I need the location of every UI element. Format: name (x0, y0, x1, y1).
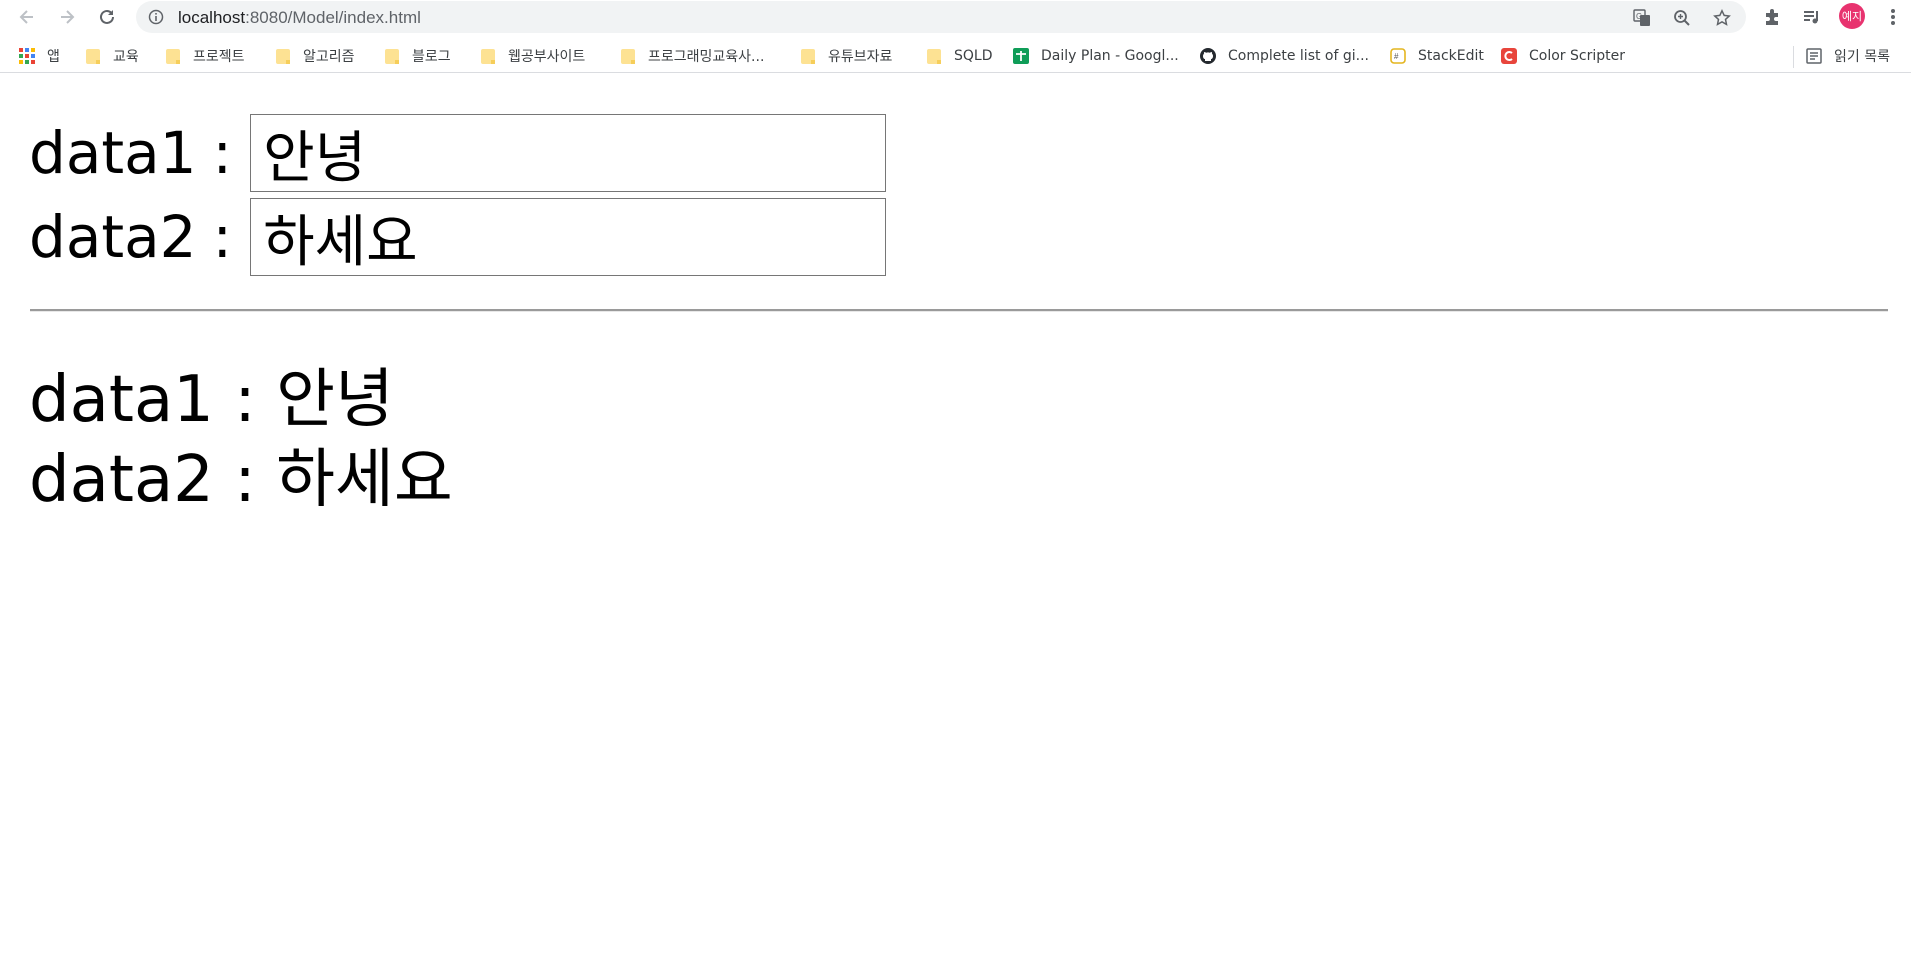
bookmark-folder[interactable]: SQLD (926, 46, 993, 66)
folder-icon (166, 48, 180, 64)
bookmark-folder[interactable]: 알고리즘 (275, 46, 355, 66)
bookmark-label: 교육 (113, 49, 139, 65)
reading-list-button[interactable]: 읽기 목록 (1806, 46, 1890, 66)
zoom-icon[interactable] (1672, 8, 1692, 28)
data1-input[interactable] (250, 114, 887, 192)
bookmark-daily-plan[interactable]: Daily Plan - Googl... (1013, 46, 1179, 66)
svg-text:#: # (1394, 52, 1399, 61)
bookmark-folder[interactable]: 웹공부사이트 (480, 46, 585, 66)
horizontal-rule (30, 309, 1888, 312)
media-controls-icon[interactable] (1801, 6, 1823, 28)
url-text[interactable]: localhost:8080/Model/index.html (178, 8, 421, 28)
bookmark-folder[interactable]: 교육 (85, 46, 139, 66)
bookmark-label: 알고리즘 (303, 49, 355, 65)
data2-row: data2 : (29, 198, 887, 276)
reading-list-label: 읽기 목록 (1834, 49, 1890, 65)
bookmark-label: 유튜브자료 (828, 49, 893, 65)
bookmark-label: 프로그래밍교육사... (648, 49, 765, 65)
folder-icon (276, 48, 290, 64)
bookmark-github[interactable]: Complete list of gi... (1200, 46, 1369, 66)
folder-icon (385, 48, 399, 64)
bookmark-folder[interactable]: 유튜브자료 (800, 46, 892, 66)
data1-label: data1 (29, 119, 197, 187)
back-button[interactable] (14, 4, 40, 30)
folder-icon (621, 48, 635, 64)
arrow-left-icon (19, 10, 33, 24)
github-icon (1200, 48, 1216, 64)
site-info-icon[interactable] (148, 9, 164, 29)
bookmark-label: Color Scripter (1529, 48, 1625, 64)
data2-input[interactable] (250, 198, 887, 276)
output-data2: data2 : 하세요 (29, 443, 453, 517)
bookmark-label: 프로젝트 (193, 49, 245, 65)
bookmark-apps[interactable]: 앱 (19, 46, 60, 66)
apps-grid-icon (19, 48, 35, 64)
arrow-right-icon (61, 10, 75, 24)
bookmark-label: 웹공부사이트 (508, 49, 586, 65)
menu-kebab-icon[interactable] (1882, 6, 1904, 28)
reading-list-icon (1806, 48, 1822, 64)
browser-toolbar: localhost:8080/Model/index.html G 예지 (0, 0, 1911, 33)
bookmark-folder[interactable]: 블로그 (384, 46, 451, 66)
bookmark-color-scripter[interactable]: Color Scripter (1501, 46, 1625, 66)
bookmark-star-icon[interactable] (1712, 8, 1732, 28)
folder-icon (927, 48, 941, 64)
data1-row: data1 : (29, 114, 887, 192)
bookmark-folder[interactable]: 프로젝트 (165, 46, 245, 66)
bookmark-stackedit[interactable]: # StackEdit (1390, 46, 1484, 66)
bookmark-label: Daily Plan - Googl... (1041, 48, 1179, 64)
folder-icon (86, 48, 100, 64)
page-content: data1 : data2 : data1 : 안녕 data2 : 하세요 (0, 73, 1911, 971)
bookmarks-bar: 앱 교육 프로젝트 알고리즘 블로그 웹공부사이트 프로그래밍교육사... 유튜… (0, 40, 1911, 73)
bookmark-label: SQLD (954, 48, 993, 64)
output-data1: data1 : 안녕 (29, 363, 394, 437)
folder-icon (481, 48, 495, 64)
folder-icon (801, 48, 815, 64)
bookmark-label: StackEdit (1418, 48, 1484, 64)
address-bar[interactable]: localhost:8080/Model/index.html G (136, 1, 1746, 33)
reload-icon (100, 9, 114, 24)
forward-button[interactable] (54, 4, 80, 30)
profile-avatar[interactable]: 예지 (1839, 3, 1865, 29)
extensions-icon[interactable] (1761, 6, 1783, 28)
reload-button[interactable] (94, 4, 120, 30)
translate-icon[interactable]: G (1632, 8, 1652, 28)
google-sheets-icon (1013, 48, 1029, 64)
bookmark-folder[interactable]: 프로그래밍교육사... (620, 46, 764, 66)
stackedit-icon: # (1390, 48, 1406, 64)
color-scripter-icon (1501, 48, 1517, 64)
bookmark-label: 블로그 (412, 49, 451, 65)
bookmark-label: 앱 (47, 49, 60, 65)
data2-colon: : (212, 203, 233, 271)
data2-label: data2 (29, 203, 197, 271)
bookmarks-separator (1793, 46, 1794, 68)
bookmark-label: Complete list of gi... (1228, 48, 1370, 64)
data1-colon: : (212, 119, 233, 187)
svg-text:G: G (1636, 12, 1642, 21)
